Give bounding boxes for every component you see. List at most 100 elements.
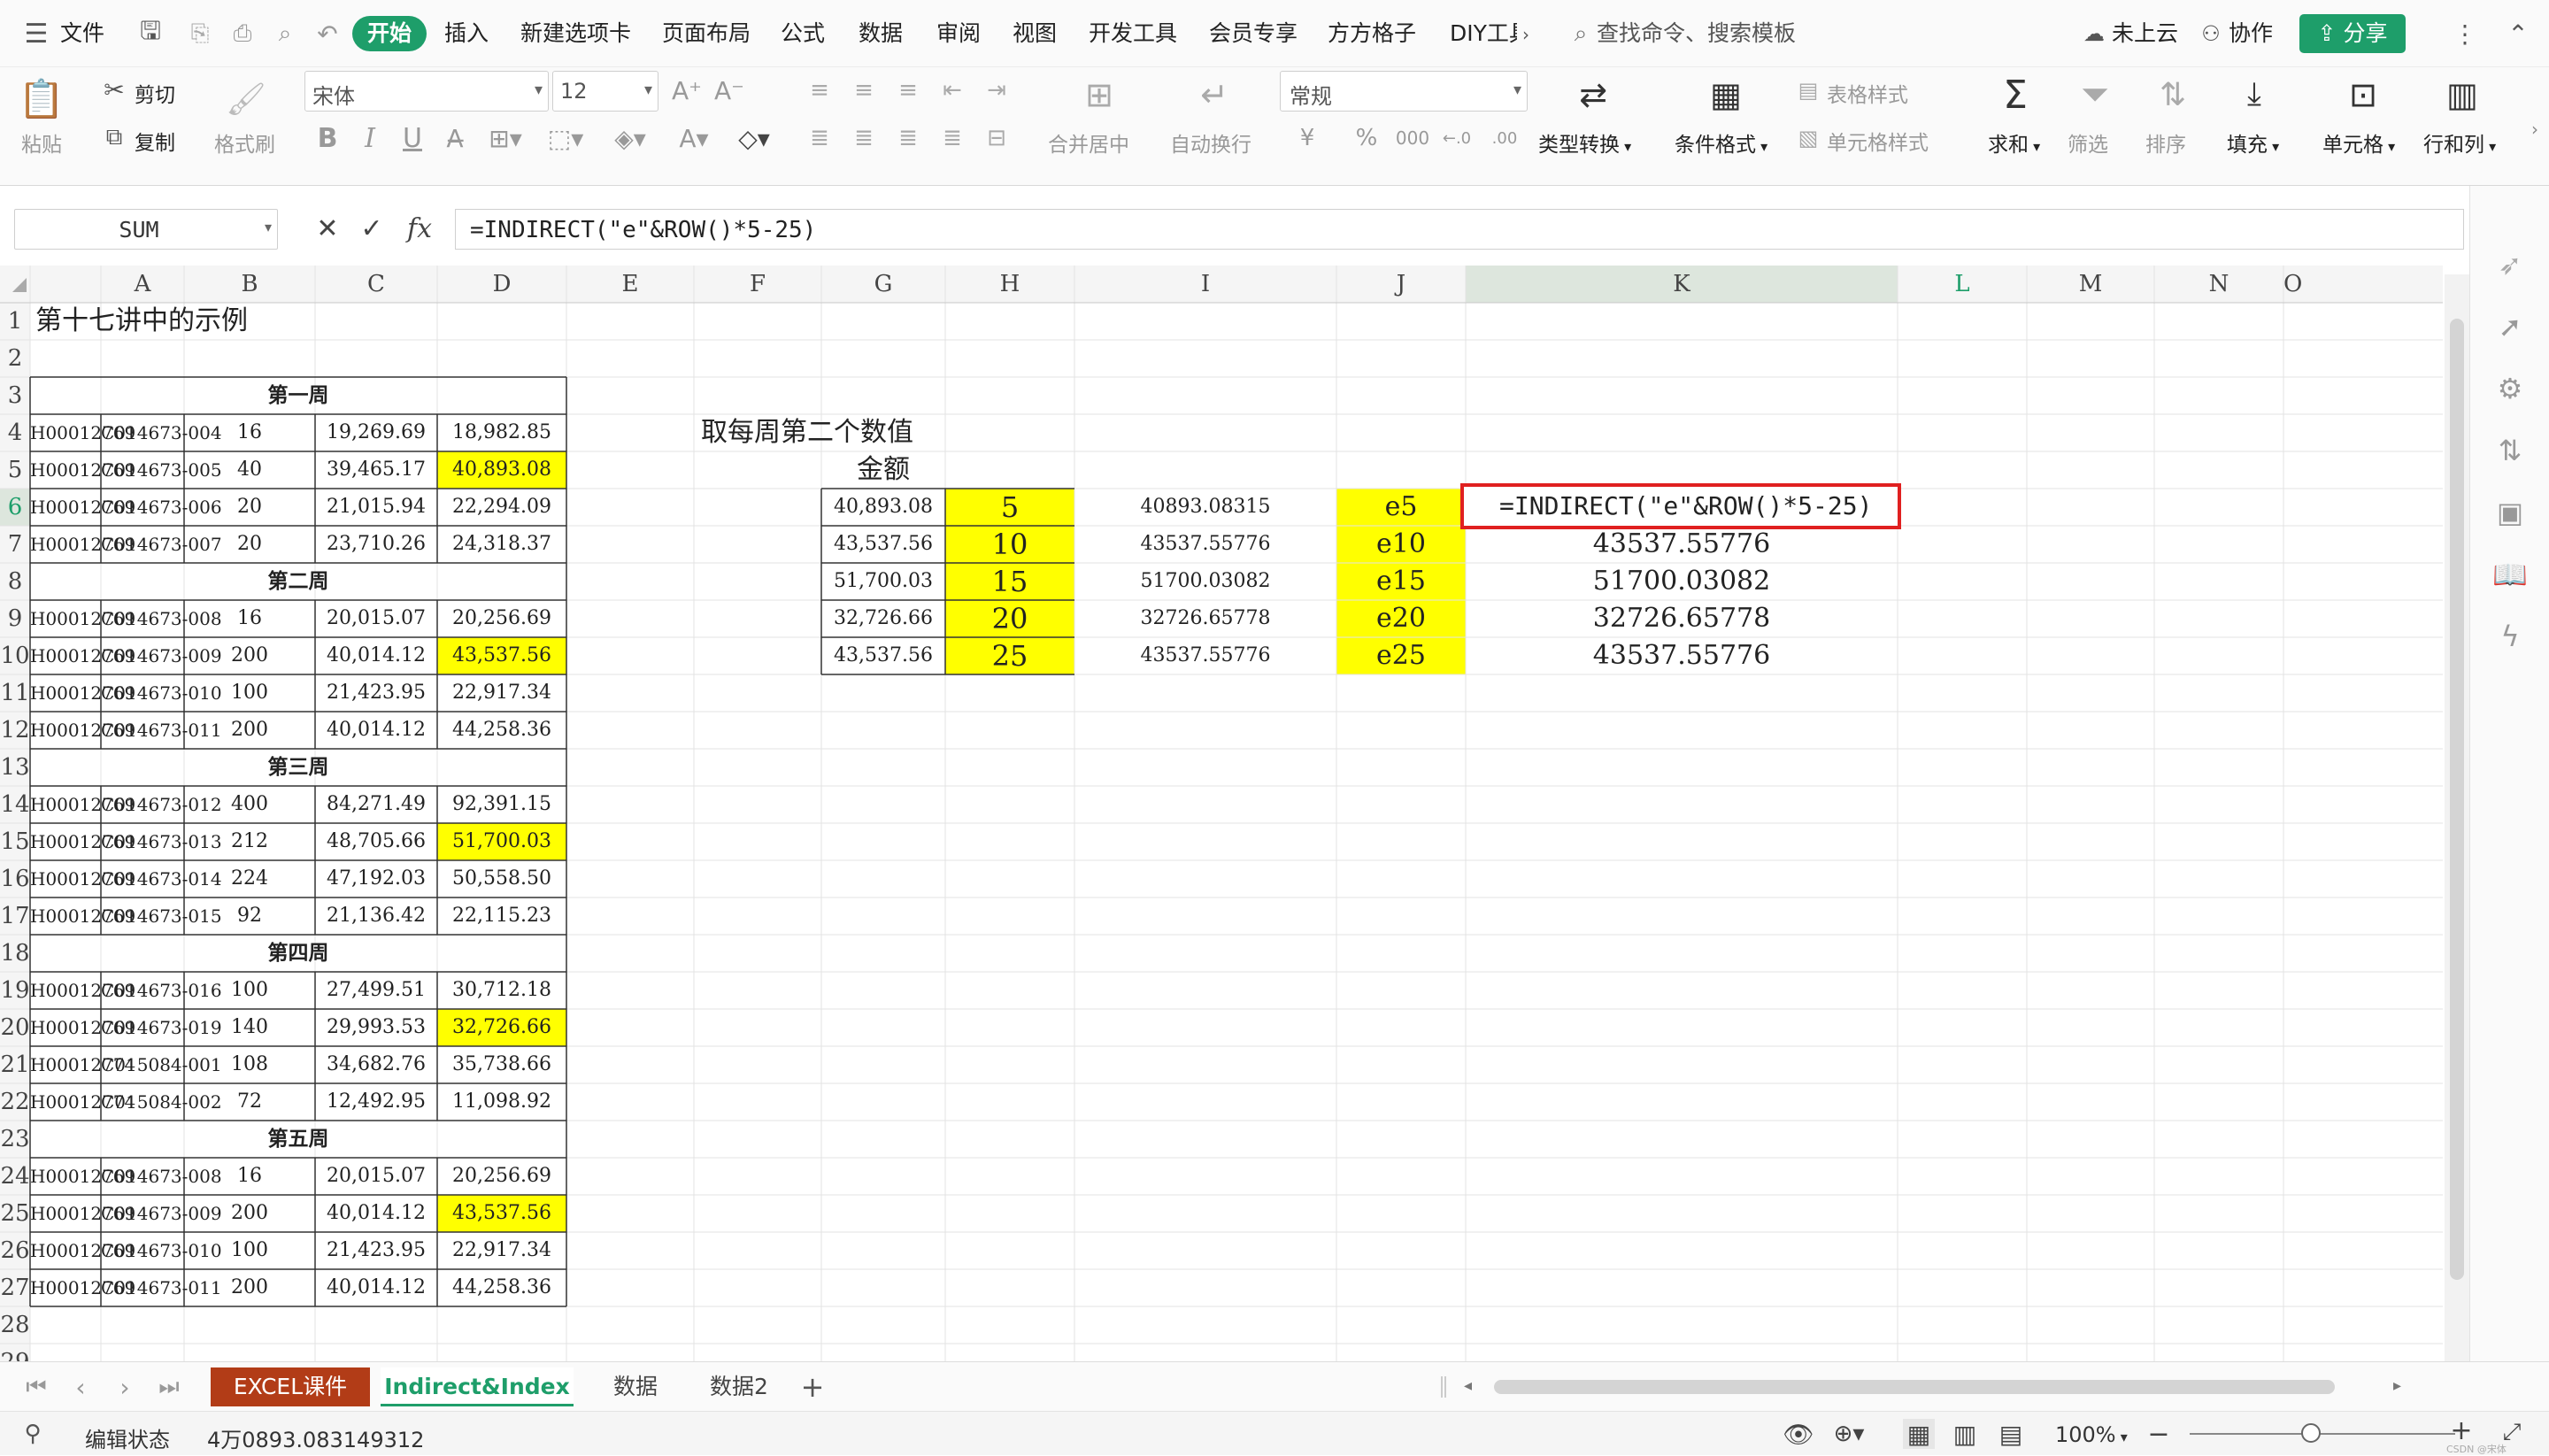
row-header-26[interactable]: 26 (0, 1232, 30, 1269)
cell-button[interactable]: 单元格 ▾ (2322, 127, 2395, 158)
book-icon[interactable]: 📖 (2490, 554, 2530, 595)
cell-order-id[interactable]: H00012769 (30, 451, 135, 489)
tab-view[interactable]: 视图 (1013, 18, 1057, 50)
copy-button[interactable]: 复制 (135, 126, 175, 156)
cell-qty[interactable]: 20 (184, 489, 315, 526)
tab-ffgz[interactable]: 方方格子 (1328, 18, 1416, 50)
zoom-slider[interactable] (2190, 1423, 2455, 1443)
table-style-button[interactable]: 表格样式 (1827, 78, 1908, 108)
cell-item-code[interactable]: C014673-005 (101, 451, 222, 489)
column-header-b[interactable]: B (184, 266, 315, 303)
sort-icon[interactable]: ⇅ (2151, 71, 2195, 119)
cell-amount-e[interactable]: 43,537.56 (437, 637, 566, 674)
row-header-18[interactable]: 18 (0, 935, 30, 972)
currency-button[interactable]: ¥ (1285, 122, 1329, 154)
strikethrough-icon[interactable]: A̶ (439, 120, 471, 156)
filter-icon[interactable]: ⏷ (2073, 71, 2117, 119)
column-header-a[interactable]: A (101, 266, 184, 303)
align-center-icon[interactable]: ≣ (848, 122, 880, 154)
row-header-21[interactable]: 21 (0, 1046, 30, 1083)
cell-amount-d[interactable]: 34,682.76 (315, 1046, 437, 1083)
tab-page-layout[interactable]: 页面布局 (662, 18, 751, 50)
cell-qty[interactable]: 100 (184, 1232, 315, 1269)
fill-button[interactable]: 填充 ▾ (2227, 127, 2279, 158)
border-icon[interactable]: ⊞▾ (483, 120, 528, 156)
cell-order-id[interactable]: H00012769 (30, 897, 135, 935)
cell-qty[interactable]: 16 (184, 600, 315, 637)
cell-amount-e[interactable]: 32,726.66 (437, 1009, 566, 1046)
lightning-icon[interactable]: ϟ (2490, 616, 2530, 657)
confirm-icon[interactable]: ✓ (354, 211, 389, 246)
rocket-icon[interactable]: ➶ (2490, 244, 2530, 285)
active-cell-editor[interactable]: =INDIRECT("e"&ROW()*5-25) (1460, 483, 1901, 529)
zoom-slider-handle[interactable] (2301, 1423, 2321, 1443)
tab-formulas[interactable]: 公式 (781, 18, 825, 50)
cancel-icon[interactable]: ✕ (310, 211, 345, 246)
cell-qty[interactable]: 16 (184, 414, 315, 451)
cell-order-id[interactable]: H00012769 (30, 637, 135, 674)
cell-item-code[interactable]: C015084-001 (101, 1046, 222, 1083)
tab-review[interactable]: 审阅 (936, 18, 981, 50)
macro-record-icon[interactable]: ⚲ (18, 1419, 48, 1449)
fill-icon[interactable]: ⤓ (2232, 71, 2276, 119)
cell-qty[interactable]: 212 (184, 823, 315, 860)
cell-amount-d[interactable]: 40,014.12 (315, 1269, 437, 1306)
cell-amount-d[interactable]: 21,423.95 (315, 1232, 437, 1269)
cell-order-id[interactable]: H00012769 (30, 1269, 135, 1306)
cell-order-id[interactable]: H00012769 (30, 1009, 135, 1046)
cell-amount-d[interactable]: 47,192.03 (315, 860, 437, 897)
cell-item-code[interactable]: C015084-002 (101, 1083, 222, 1121)
cell-qty[interactable]: 92 (184, 897, 315, 935)
cell-ref-k[interactable]: e15 (1336, 563, 1466, 600)
cell-ref-k[interactable]: e10 (1336, 526, 1466, 563)
cell-amount-d[interactable]: 20,015.07 (315, 1158, 437, 1195)
row-header-7[interactable]: 7 (0, 526, 30, 563)
cell-item-code[interactable]: C014673-012 (101, 786, 222, 823)
settings-sliders-icon[interactable]: ⚙ (2490, 368, 2530, 409)
cell-ref-k[interactable]: e25 (1336, 637, 1466, 674)
sheet-title[interactable]: 第十七讲中的示例 (30, 303, 437, 340)
cell-amount-e[interactable]: 22,917.34 (437, 674, 566, 712)
cell-result-h[interactable]: 43,537.56 (821, 637, 945, 674)
search-commands[interactable]: 查找命令、搜索模板 (1597, 18, 1796, 50)
cell-amount-d[interactable]: 84,271.49 (315, 786, 437, 823)
cell-item-code[interactable]: C014673-016 (101, 972, 222, 1009)
row-header-25[interactable]: 25 (0, 1195, 30, 1232)
filter-button[interactable]: 筛选 (2068, 127, 2108, 158)
cell-amount-d[interactable]: 21,136.42 (315, 897, 437, 935)
align-right-icon[interactable]: ≣ (892, 122, 924, 154)
cell-index-i[interactable]: 15 (945, 563, 1074, 600)
row-header-9[interactable]: 9 (0, 600, 30, 637)
formula-input[interactable]: =INDIRECT("e"&ROW()*5-25) (455, 209, 2464, 250)
cell-amount-d[interactable]: 27,499.51 (315, 972, 437, 1009)
cell-item-code[interactable]: C014673-014 (101, 860, 222, 897)
collapse-ribbon-icon[interactable]: ⌃ (2505, 18, 2531, 50)
cell-qty[interactable]: 200 (184, 637, 315, 674)
row-header-8[interactable]: 8 (0, 563, 30, 600)
cell-value-j[interactable]: 51700.03082 (1074, 563, 1336, 600)
cell-amount-e[interactable]: 40,893.08 (437, 451, 566, 489)
cell-result-l[interactable]: 32726.65778 (1466, 600, 1898, 637)
row-header-16[interactable]: 16 (0, 860, 30, 897)
row-header-23[interactable]: 23 (0, 1121, 30, 1158)
row-header-5[interactable]: 5 (0, 451, 30, 489)
cell-order-id[interactable]: H00012769 (30, 972, 135, 1009)
cell-amount-e[interactable]: 22,294.09 (437, 489, 566, 526)
row-col-icon[interactable]: ▥ (2437, 71, 2487, 119)
cell-style-button[interactable]: 单元格样式 (1827, 126, 1929, 156)
horizontal-scrollbar[interactable]: ◂ ▸ (1464, 1375, 2411, 1399)
decrease-font-icon[interactable]: A⁻ (712, 73, 747, 108)
page-break-view-icon[interactable]: ▥ (1949, 1419, 1981, 1449)
cell-item-code[interactable]: C014673-015 (101, 897, 222, 935)
hamburger-menu-icon[interactable]: ☰ (23, 18, 50, 50)
cell-qty[interactable]: 100 (184, 972, 315, 1009)
cell-index-i[interactable]: 5 (945, 489, 1074, 526)
cell-amount-d[interactable]: 21,423.95 (315, 674, 437, 712)
wrap-text-icon[interactable]: ↵ (1190, 73, 1239, 117)
row-header-22[interactable]: 22 (0, 1083, 30, 1121)
column-header-d[interactable]: D (437, 266, 566, 303)
sheet-tab-indirect-index[interactable]: Indirect&Index (381, 1367, 574, 1406)
cell-qty[interactable]: 140 (184, 1009, 315, 1046)
vertical-scroll-thumb[interactable] (2450, 319, 2464, 1280)
format-painter-icon[interactable]: 🖌 (226, 73, 266, 126)
